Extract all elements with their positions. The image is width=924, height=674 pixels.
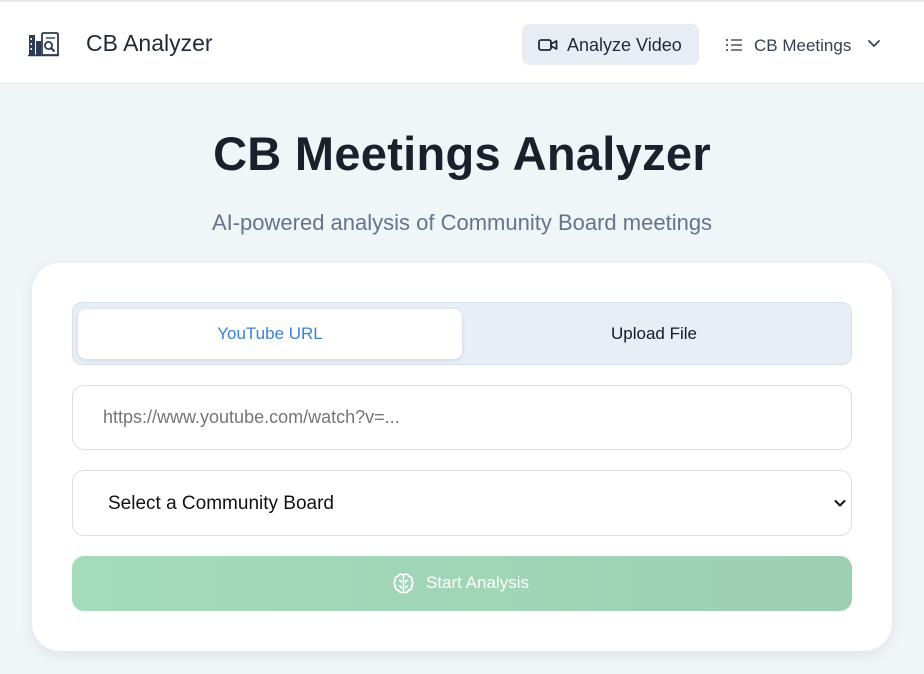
tab-youtube-url[interactable]: YouTube URL [78, 309, 462, 359]
analysis-form-card: YouTube URL Upload File Select a Communi… [32, 263, 892, 651]
nav-analyze-video-label: Analyze Video [567, 35, 682, 55]
tab-upload-file[interactable]: Upload File [462, 309, 846, 359]
nav-cb-meetings-dropdown[interactable]: CB Meetings [720, 24, 890, 65]
video-camera-icon [538, 39, 558, 51]
chevron-down-icon [834, 500, 846, 507]
brain-icon [393, 573, 414, 594]
page-subtitle: AI-powered analysis of Community Board m… [211, 210, 713, 235]
start-analysis-button[interactable]: Start Analysis [72, 556, 852, 611]
app-title[interactable]: CB Analyzer [86, 30, 213, 57]
nav-cb-meetings-label: CB Meetings [754, 36, 852, 55]
list-icon [725, 38, 742, 52]
building-analysis-icon[interactable] [28, 31, 60, 57]
source-tabs: YouTube URL Upload File [72, 302, 852, 365]
chevron-down-icon [868, 40, 880, 47]
start-analysis-label: Start Analysis [426, 573, 529, 592]
community-board-select-value: Select a Community Board [108, 493, 334, 514]
community-board-select[interactable]: Select a Community Board [72, 470, 852, 536]
nav-analyze-video[interactable]: Analyze Video [522, 24, 699, 65]
youtube-url-input[interactable] [72, 385, 852, 450]
top-navbar: CB Analyzer Analyze Video CB Meetings [0, 0, 924, 84]
page-title: CB Meetings Analyzer [213, 127, 711, 180]
